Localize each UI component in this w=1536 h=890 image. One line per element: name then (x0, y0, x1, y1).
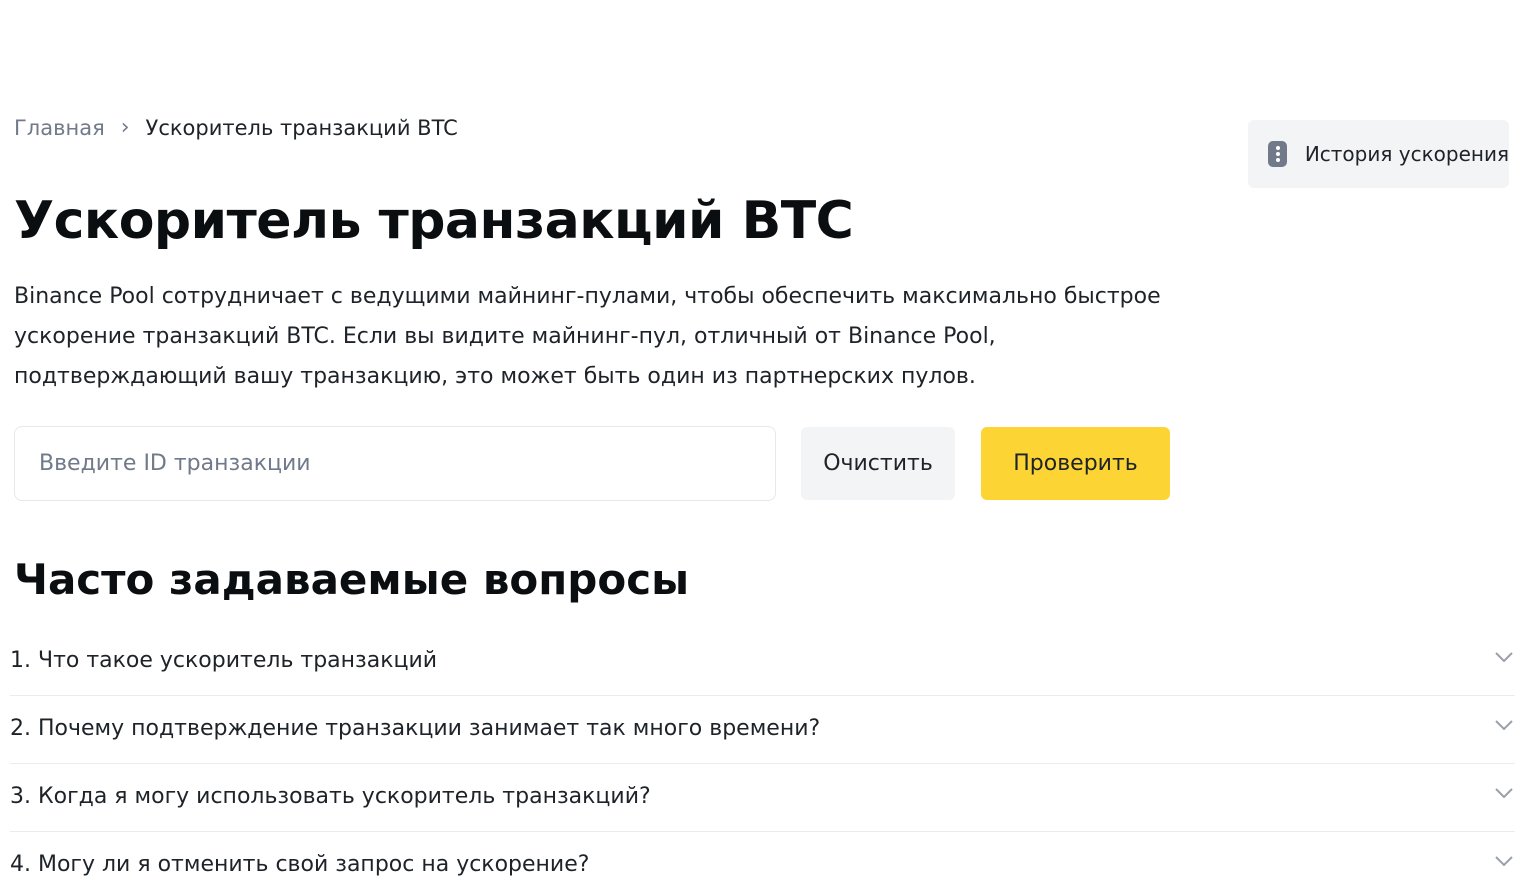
breadcrumb-home-link[interactable]: Главная (14, 114, 105, 142)
acceleration-history-button[interactable]: История ускорения (1248, 120, 1509, 188)
faq-question: 4. Могу ли я отменить свой запрос на уск… (10, 852, 590, 877)
faq-item[interactable]: 3. Когда я могу использовать ускоритель … (10, 764, 1515, 832)
breadcrumb: Главная › Ускоритель транзакций BTC (14, 114, 458, 142)
faq-item[interactable]: 4. Могу ли я отменить свой запрос на уск… (10, 832, 1515, 890)
check-button[interactable]: Проверить (981, 427, 1170, 500)
breadcrumb-separator-icon: › (120, 115, 130, 140)
faq-question: 1. Что такое ускоритель транзакций (10, 648, 438, 673)
chevron-down-icon (1495, 720, 1513, 731)
page-title: Ускоритель транзакций BTC (14, 191, 854, 251)
page: Главная › Ускоритель транзакций BTC Исто… (0, 0, 1536, 890)
faq-question: 2. Почему подтверждение транзакции заним… (10, 716, 821, 741)
chevron-down-icon (1495, 788, 1513, 799)
page-description: Binance Pool сотрудничает с ведущими май… (14, 284, 1161, 389)
clear-button[interactable]: Очистить (801, 427, 955, 500)
faq-question: 3. Когда я могу использовать ускоритель … (10, 784, 651, 809)
faq-item[interactable]: 1. Что такое ускоритель транзакций (10, 628, 1515, 696)
chevron-down-icon (1495, 652, 1513, 663)
history-icon (1268, 141, 1287, 167)
chevron-down-icon (1495, 856, 1513, 867)
transaction-id-input[interactable] (14, 426, 776, 501)
breadcrumb-current: Ускоритель транзакций BTC (145, 116, 458, 140)
faq-title: Часто задаваемые вопросы (14, 555, 690, 604)
faq-item[interactable]: 2. Почему подтверждение транзакции заним… (10, 696, 1515, 764)
faq-list: 1. Что такое ускоритель транзакций 2. По… (10, 628, 1515, 890)
acceleration-history-label: История ускорения (1304, 142, 1509, 166)
